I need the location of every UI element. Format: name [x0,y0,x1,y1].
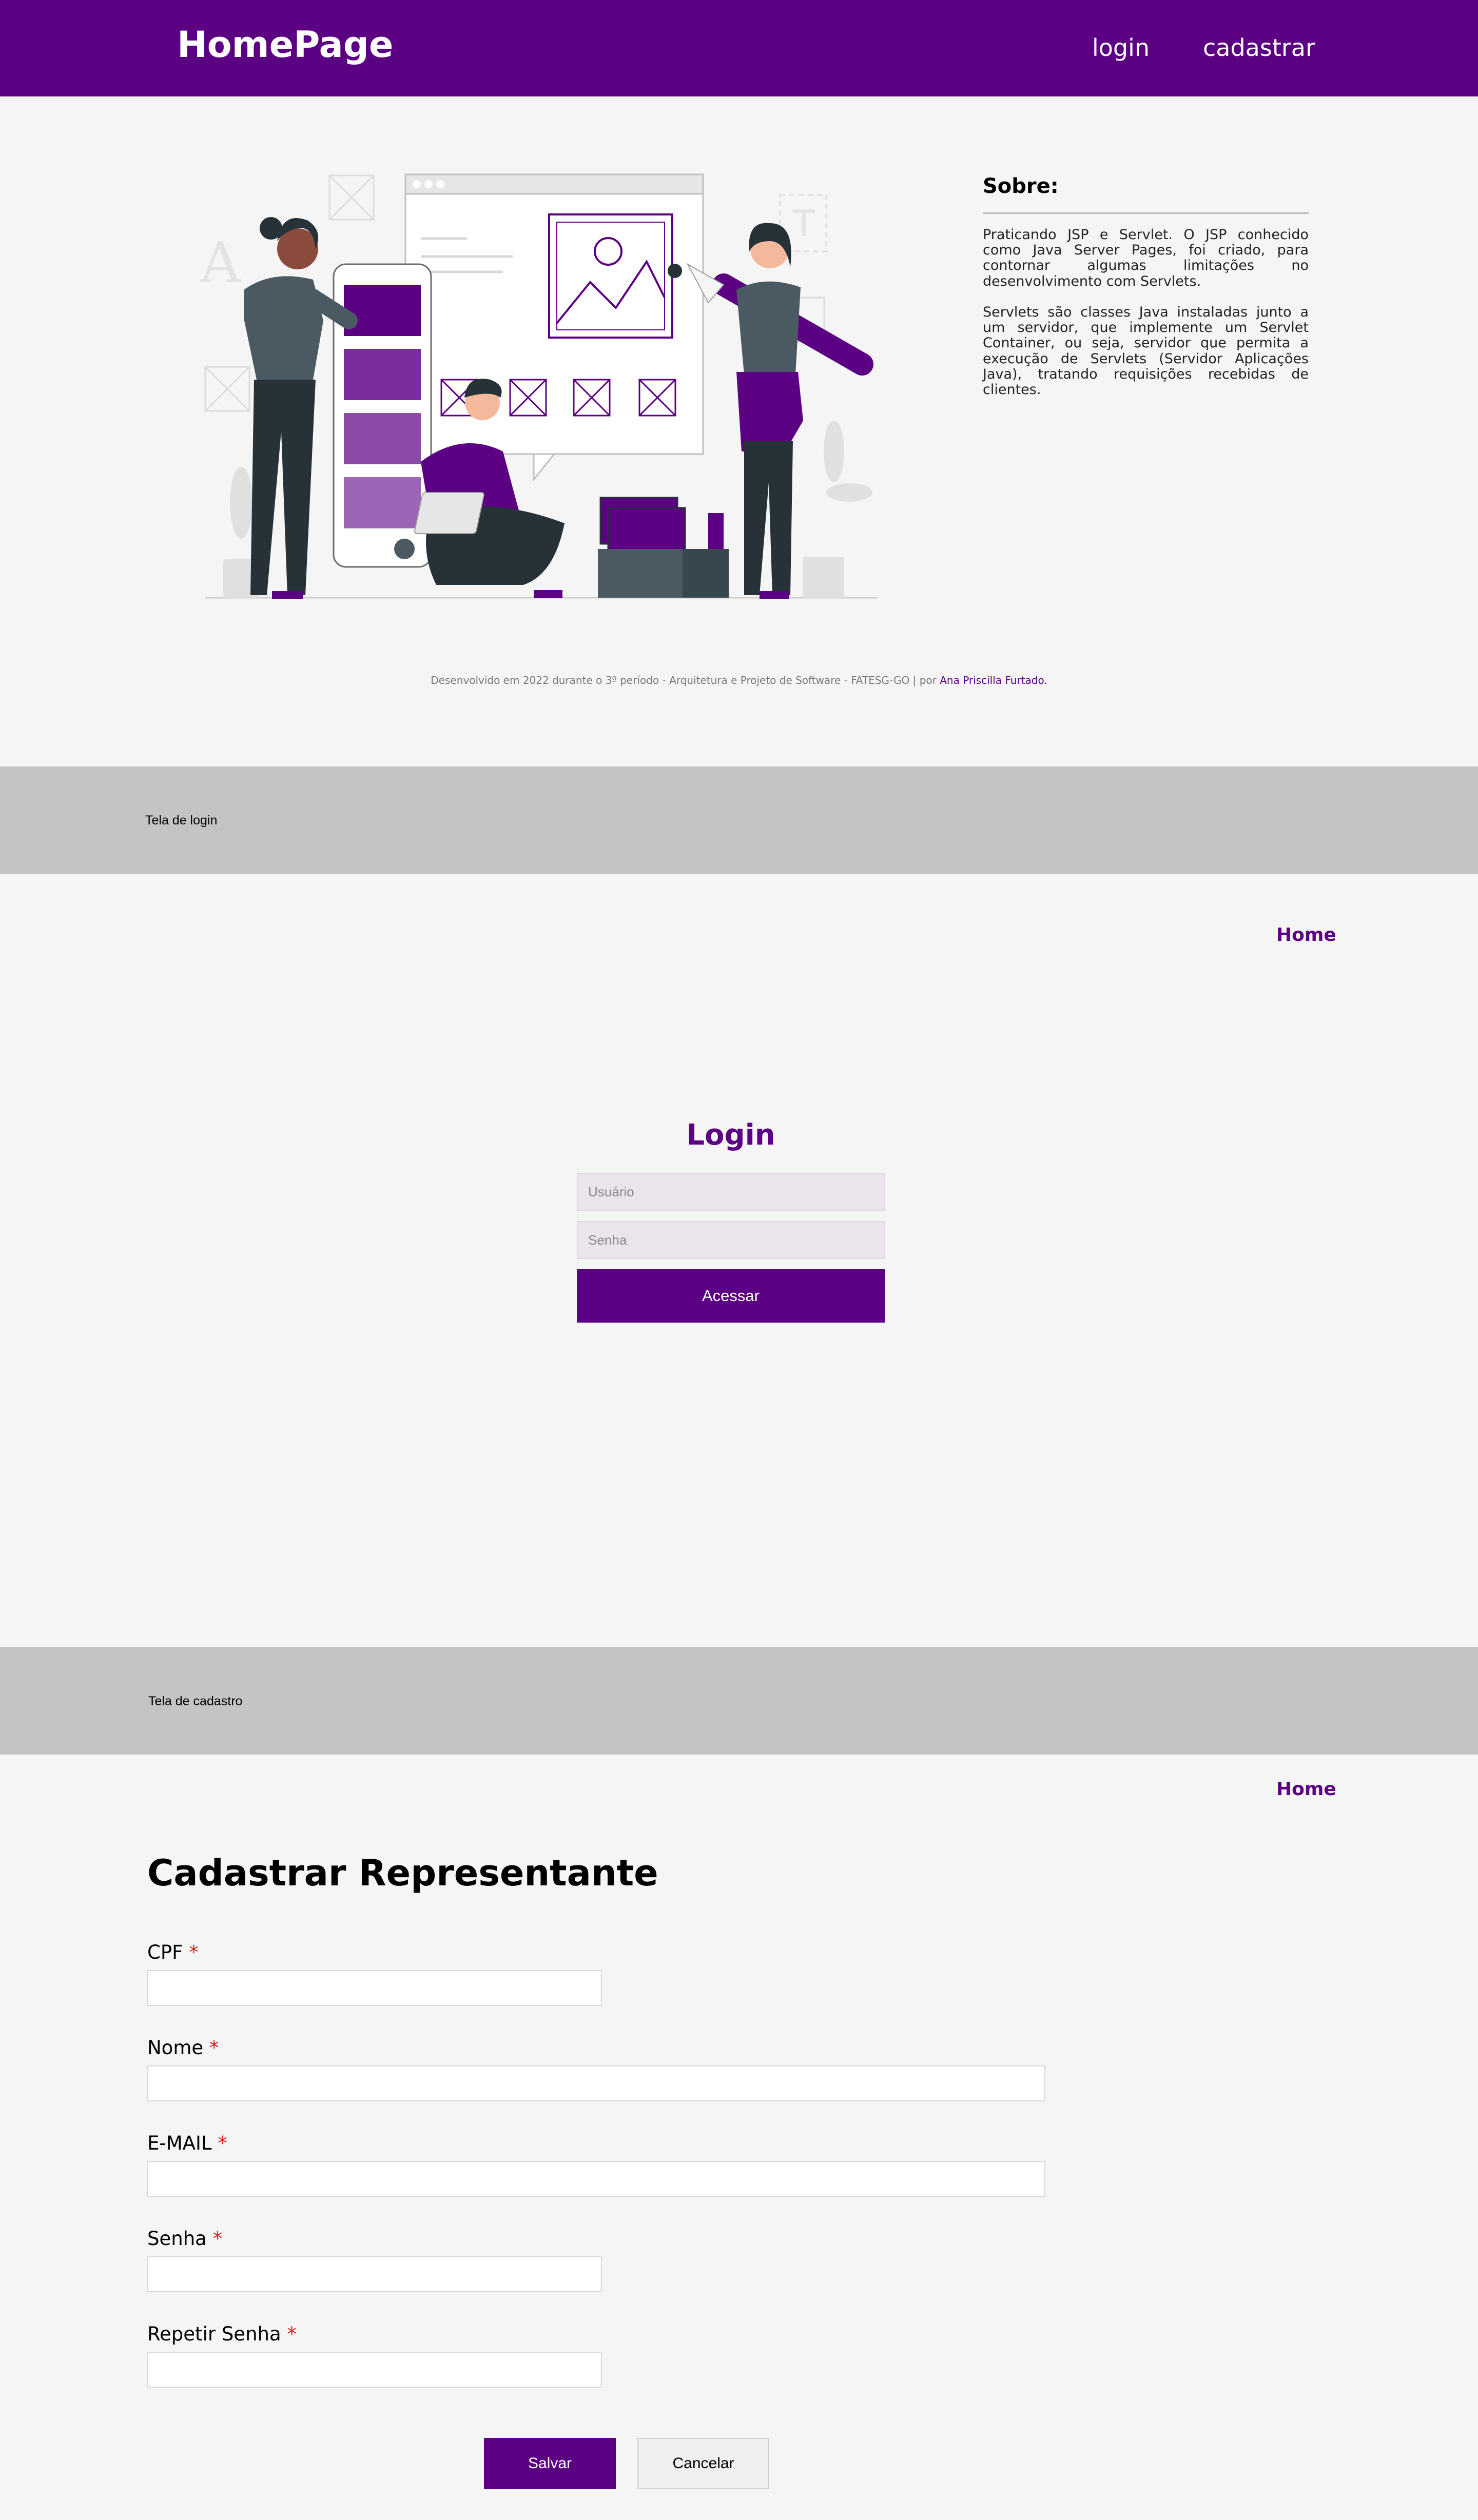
nav-login-link[interactable]: login [1092,34,1150,62]
required-mark: * [209,2037,219,2059]
nome-label: Nome * [147,2037,219,2059]
home-link[interactable]: Home [1276,924,1336,946]
cancel-button[interactable]: Cancelar [637,2438,769,2489]
login-title: Login [686,1118,775,1152]
footer-text: Desenvolvido em 2022 durante o 3º períod… [431,674,940,686]
email-label: E-MAIL * [147,2132,227,2154]
required-mark: * [218,2132,227,2154]
repetir-senha-field[interactable] [147,2352,602,2388]
required-mark: * [189,1941,199,1963]
section-band-cadastro: Tela de cadastro [0,1647,1478,1755]
username-input[interactable]: Usuário [577,1173,885,1211]
brand-title[interactable]: HomePage [177,24,393,66]
email-field[interactable] [147,2161,1045,2197]
page-title: Cadastrar Representante [147,1852,658,1894]
required-mark: * [287,2323,297,2345]
login-submit-button[interactable]: Acessar [577,1269,885,1323]
about-section: Sobre: Praticando JSP e Servlet. O JSP c… [983,174,1309,413]
cpf-field[interactable] [147,1970,602,2006]
nome-field[interactable] [147,2065,1045,2101]
section-band-login: Tela de login [0,766,1478,874]
about-paragraph: Praticando JSP e Servlet. O JSP conhecid… [983,227,1309,289]
save-button[interactable]: Salvar [484,2438,616,2489]
page-footer: Desenvolvido em 2022 durante o 3º períod… [0,674,1478,686]
home-link[interactable]: Home [1276,1779,1336,1800]
cpf-label: CPF * [147,1941,199,1963]
about-title: Sobre: [983,174,1059,198]
section-label: Tela de login [145,813,218,828]
top-navbar: HomePage login cadastrar [0,0,1478,96]
svg-text:A: A [200,230,242,296]
svg-text:T: T [792,203,815,245]
nav-cadastrar-link[interactable]: cadastrar [1203,34,1315,62]
required-mark: * [212,2228,223,2250]
senha-label: Senha * [147,2228,223,2250]
hero-illustration: A T [200,173,878,599]
senha-field[interactable] [147,2256,602,2292]
repetir-senha-label: Repetir Senha * [147,2323,297,2345]
password-input[interactable]: Senha [577,1221,885,1259]
section-label: Tela de cadastro [148,1694,243,1708]
about-divider [983,212,1309,214]
about-paragraph: Servlets são classes Java instaladas jun… [983,304,1309,398]
footer-author-link[interactable]: Ana Priscilla Furtado. [940,674,1047,686]
